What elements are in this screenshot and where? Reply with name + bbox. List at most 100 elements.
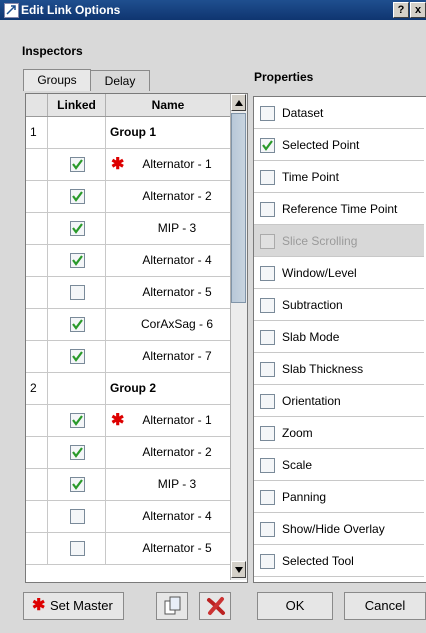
property-row[interactable]: Orientation bbox=[254, 385, 424, 417]
master-star-icon: ✱ bbox=[111, 412, 125, 429]
property-row[interactable]: Reference Time Point bbox=[254, 193, 424, 225]
linked-cell bbox=[48, 213, 106, 244]
property-checkbox[interactable] bbox=[260, 170, 275, 185]
property-checkbox[interactable] bbox=[260, 106, 275, 121]
property-row[interactable]: Show/Hide Overlay bbox=[254, 513, 424, 545]
property-row: Slice Scrolling bbox=[254, 225, 424, 257]
property-checkbox[interactable] bbox=[260, 490, 275, 505]
copy-button[interactable] bbox=[156, 592, 188, 620]
row-index-cell bbox=[26, 245, 48, 276]
property-label: Subtraction bbox=[282, 298, 343, 312]
property-row[interactable]: Dataset bbox=[254, 97, 424, 129]
scroll-up-button[interactable] bbox=[231, 94, 246, 111]
name-cell: Alternator - 7 bbox=[106, 341, 231, 372]
table-row[interactable]: MIP - 3 bbox=[26, 213, 231, 245]
property-checkbox[interactable] bbox=[260, 394, 275, 409]
inspector-name: Alternator - 1 bbox=[142, 413, 212, 427]
table-row[interactable]: Alternator - 7 bbox=[26, 341, 231, 373]
linked-checkbox[interactable] bbox=[70, 221, 85, 236]
property-label: Window/Level bbox=[282, 266, 357, 280]
linked-checkbox[interactable] bbox=[70, 189, 85, 204]
property-row[interactable]: Slab Mode bbox=[254, 321, 424, 353]
property-checkbox[interactable] bbox=[260, 426, 275, 441]
property-checkbox[interactable] bbox=[260, 202, 275, 217]
scroll-down-button[interactable] bbox=[231, 561, 246, 578]
property-checkbox[interactable] bbox=[260, 554, 275, 569]
table-row[interactable]: Alternator - 4 bbox=[26, 245, 231, 277]
delete-button[interactable] bbox=[199, 592, 231, 620]
scroll-thumb[interactable] bbox=[231, 113, 246, 303]
property-row[interactable]: Time Point bbox=[254, 161, 424, 193]
table-row[interactable]: ✱ Alternator - 1 bbox=[26, 149, 231, 181]
linked-checkbox[interactable] bbox=[70, 541, 85, 556]
grid-scrollbar[interactable] bbox=[230, 94, 247, 580]
table-row[interactable]: ✱ Alternator - 1 bbox=[26, 405, 231, 437]
property-checkbox[interactable] bbox=[260, 362, 275, 377]
group-row[interactable]: 2 Group 2 bbox=[26, 373, 231, 405]
property-checkbox[interactable] bbox=[260, 266, 275, 281]
groups-grid: Linked Name 1 Group 1 ✱ Alternator - 1 Alter… bbox=[25, 93, 248, 583]
property-row[interactable]: Zoom bbox=[254, 417, 424, 449]
window-title: Edit Link Options bbox=[21, 3, 121, 17]
property-checkbox[interactable] bbox=[260, 330, 275, 345]
table-row[interactable]: MIP - 3 bbox=[26, 469, 231, 501]
name-cell: Group 1 bbox=[106, 117, 231, 148]
set-master-button[interactable]: ✱ Set Master bbox=[23, 592, 124, 620]
linked-checkbox[interactable] bbox=[70, 509, 85, 524]
arrow-up-icon bbox=[235, 100, 243, 106]
linked-checkbox[interactable] bbox=[70, 445, 85, 460]
linked-checkbox[interactable] bbox=[70, 317, 85, 332]
cancel-button[interactable]: Cancel bbox=[344, 592, 426, 620]
table-row[interactable]: Alternator - 2 bbox=[26, 437, 231, 469]
property-row[interactable]: Panning bbox=[254, 481, 424, 513]
name-cell: Alternator - 5 bbox=[106, 533, 231, 564]
property-checkbox[interactable] bbox=[260, 522, 275, 537]
property-checkbox bbox=[260, 234, 275, 249]
property-row[interactable]: Scale bbox=[254, 449, 424, 481]
inspectors-heading: Inspectors bbox=[22, 44, 83, 58]
group-row[interactable]: 1 Group 1 bbox=[26, 117, 231, 149]
property-label: Slab Thickness bbox=[282, 362, 364, 376]
header-linked[interactable]: Linked bbox=[48, 94, 106, 116]
help-button[interactable]: ? bbox=[393, 2, 409, 18]
property-row[interactable]: Selected Tool bbox=[254, 545, 424, 577]
linked-cell bbox=[48, 277, 106, 308]
row-index-cell bbox=[26, 501, 48, 532]
table-row[interactable]: Alternator - 5 bbox=[26, 533, 231, 565]
inspector-name: Alternator - 5 bbox=[142, 285, 212, 299]
header-index bbox=[26, 94, 48, 116]
properties-heading: Properties bbox=[254, 70, 314, 84]
property-label: Zoom bbox=[282, 426, 313, 440]
property-row[interactable]: Subtraction bbox=[254, 289, 424, 321]
inspector-name: Alternator - 4 bbox=[142, 509, 212, 523]
table-row[interactable]: Alternator - 5 bbox=[26, 277, 231, 309]
property-checkbox[interactable] bbox=[260, 138, 275, 153]
header-name[interactable]: Name bbox=[106, 94, 231, 116]
property-label: Slice Scrolling bbox=[282, 234, 358, 248]
property-row[interactable]: Slab Thickness bbox=[254, 353, 424, 385]
close-button[interactable]: x bbox=[410, 2, 426, 18]
name-cell: CorAxSag - 6 bbox=[106, 309, 231, 340]
linked-cell bbox=[48, 309, 106, 340]
table-row[interactable]: Alternator - 4 bbox=[26, 501, 231, 533]
tab-groups[interactable]: Groups bbox=[23, 69, 91, 91]
property-row[interactable]: Window/Level bbox=[254, 257, 424, 289]
inspector-name: Alternator - 4 bbox=[142, 253, 212, 267]
table-row[interactable]: CorAxSag - 6 bbox=[26, 309, 231, 341]
linked-cell bbox=[48, 469, 106, 500]
name-cell: Alternator - 2 bbox=[106, 437, 231, 468]
linked-checkbox[interactable] bbox=[70, 413, 85, 428]
linked-checkbox[interactable] bbox=[70, 157, 85, 172]
linked-checkbox[interactable] bbox=[70, 477, 85, 492]
linked-cell bbox=[48, 181, 106, 212]
linked-checkbox[interactable] bbox=[70, 253, 85, 268]
ok-button[interactable]: OK bbox=[257, 592, 333, 620]
property-checkbox[interactable] bbox=[260, 458, 275, 473]
linked-cell bbox=[48, 245, 106, 276]
table-row[interactable]: Alternator - 2 bbox=[26, 181, 231, 213]
property-checkbox[interactable] bbox=[260, 298, 275, 313]
linked-checkbox[interactable] bbox=[70, 349, 85, 364]
linked-checkbox[interactable] bbox=[70, 285, 85, 300]
tab-delay[interactable]: Delay bbox=[90, 70, 150, 91]
property-row[interactable]: Selected Point bbox=[254, 129, 424, 161]
